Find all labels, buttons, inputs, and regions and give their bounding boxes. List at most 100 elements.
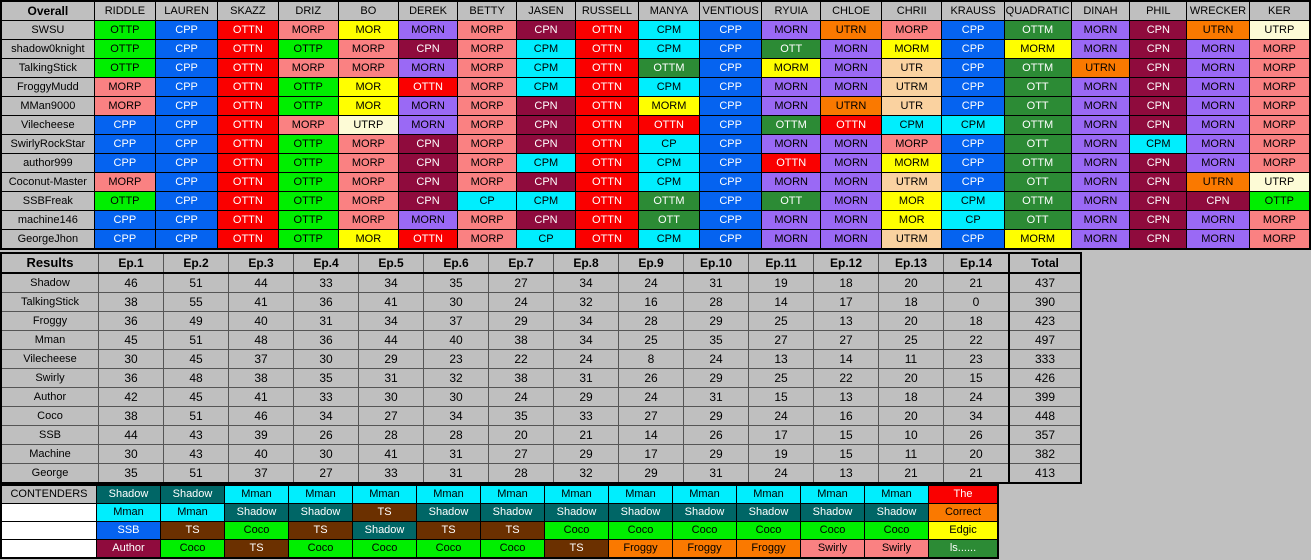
overall-cell: CPP	[941, 58, 1005, 78]
results-score-cell: 24	[488, 387, 554, 407]
results-score-cell: 41	[228, 292, 294, 312]
overall-cell: CPP	[155, 210, 219, 230]
contenders-cell: Mman	[416, 484, 481, 504]
results-row-label: Swirly	[0, 368, 99, 388]
overall-cell: CPN	[397, 172, 459, 192]
overall-row: GeorgeJhon CPP CPP OTTN OTTP MOR OTTN MORP CP OTT…	[0, 229, 1311, 250]
results-column-header-ep-2: Ep.2	[163, 252, 229, 274]
results-score-cell: 17	[618, 444, 684, 464]
results-score-cell: 28	[358, 425, 424, 445]
overall-cell: CPP	[698, 172, 763, 192]
results-score-cell: 30	[423, 387, 489, 407]
overall-cell: UTRN	[1186, 20, 1250, 40]
overall-cell: OTTN	[574, 191, 639, 211]
overall-row: SSBFreak OTTP CPP OTTN OTTP MORP CPN CP CPM OTTN O…	[0, 191, 1311, 211]
results-score-cell: 48	[163, 368, 229, 388]
overall-cell: CPM	[516, 58, 576, 78]
overall-cell: OTTN	[820, 115, 883, 135]
results-score-cell: 19	[748, 272, 814, 293]
results-score-cell: 36	[98, 368, 164, 388]
contenders-cell: Shadow	[160, 484, 225, 504]
results-score-cell: 29	[553, 444, 619, 464]
results-row: Shadow 46 51 44 33 34 35 27 34 24 31 19 18 20 21 437	[0, 272, 1082, 293]
overall-cell: CPM	[516, 39, 576, 59]
results-score-cell: 17	[813, 292, 879, 312]
overall-cell: MORN	[397, 20, 459, 40]
contenders-cell: Mman	[288, 484, 353, 504]
contenders-cell: Froggy	[736, 539, 801, 559]
results-row: Vilecheese 30 45 37 30 29 23 22 24 8 24 13 14 11 23 333	[0, 349, 1082, 369]
overall-cell: OTT	[1003, 172, 1072, 192]
results-score-cell: 31	[683, 272, 749, 293]
results-score-cell: 21	[878, 463, 944, 484]
results-score-cell: 29	[488, 311, 554, 331]
contenders-row: SSB TS Coco TS Shadow TS TS Coco Coco Coco Coco Coc…	[0, 521, 999, 540]
overall-cell: OTTP	[93, 20, 157, 40]
results-score-cell: 30	[98, 444, 164, 464]
overall-cell: CPN	[516, 115, 576, 135]
overall-cell: MORN	[397, 58, 459, 78]
overall-row-label: TalkingStick	[0, 58, 95, 78]
overall-cell: MORN	[1070, 191, 1131, 211]
overall-cell: CPP	[93, 115, 157, 135]
results-score-cell: 35	[488, 406, 554, 426]
contenders-cell: Author	[96, 539, 161, 559]
results-score-cell: 13	[813, 311, 879, 331]
results-score-cell: 28	[423, 425, 489, 445]
contenders-cell: Shadow	[672, 503, 737, 522]
overall-cell: MORN	[761, 96, 822, 116]
overall-cell: MORP	[277, 20, 339, 40]
overall-cell: MORP	[1248, 153, 1311, 173]
overall-cell: CPP	[698, 96, 763, 116]
overall-cell: OTT	[637, 210, 700, 230]
overall-cell: CPP	[698, 191, 763, 211]
overall-row-label: MMan9000	[0, 96, 95, 116]
results-row-label: Machine	[0, 444, 99, 464]
overall-cell: CPP	[155, 229, 219, 250]
overall-cell: MORN	[1070, 172, 1131, 192]
overall-cell: CPN	[1129, 210, 1188, 230]
overall-cell: CPN	[1129, 153, 1188, 173]
contenders-cell: Swirly	[864, 539, 929, 559]
overall-cell: CPP	[698, 153, 763, 173]
results-column-header-ep-6: Ep.6	[423, 252, 489, 274]
overall-cell: OTTN	[217, 134, 279, 154]
overall-cell: CPN	[1129, 191, 1188, 211]
results-total-cell: 399	[1008, 387, 1082, 407]
results-score-cell: 27	[358, 406, 424, 426]
overall-cell: CPN	[516, 172, 576, 192]
overall-column-header-ventious: VENTIOUS	[698, 0, 763, 21]
results-score-cell: 24	[683, 349, 749, 369]
overall-cell: MORN	[820, 58, 883, 78]
results-score-cell: 38	[98, 292, 164, 312]
results-total-cell: 382	[1008, 444, 1082, 464]
results-column-header-total: Total	[1008, 252, 1082, 274]
overall-cell: CPM	[941, 191, 1005, 211]
overall-cell: MORN	[1186, 115, 1250, 135]
results-score-cell: 30	[423, 292, 489, 312]
overall-cell: CPP	[93, 210, 157, 230]
overall-cell: OTTN	[574, 134, 639, 154]
results-row-label: Vilecheese	[0, 349, 99, 369]
results-score-cell: 20	[878, 406, 944, 426]
results-row: TalkingStick 38 55 41 36 41 30 24 32 16 28 14 17 18 0 3…	[0, 292, 1082, 312]
overall-cell: CPN	[397, 39, 459, 59]
overall-cell: CPP	[155, 115, 219, 135]
overall-cell: UTRM	[881, 172, 943, 192]
overall-cell: MORN	[1186, 39, 1250, 59]
overall-cell: CPM	[516, 153, 576, 173]
overall-cell: MORP	[93, 172, 157, 192]
results-score-cell: 11	[878, 349, 944, 369]
contenders-cell: The	[928, 484, 999, 504]
results-score-cell: 51	[163, 463, 229, 484]
overall-row-label: shadow0knight	[0, 39, 95, 59]
results-row: George 35 51 37 27 33 31 28 32 29 31 24 13 21 21 413	[0, 463, 1082, 484]
overall-cell: OTT	[1003, 96, 1072, 116]
overall-cell: CPM	[637, 39, 700, 59]
results-score-cell: 42	[98, 387, 164, 407]
overall-row: author999 CPP CPP OTTN OTTP MORP CPN MORP CPM OTT…	[0, 153, 1311, 173]
results-score-cell: 34	[553, 330, 619, 350]
overall-cell: OTTN	[574, 58, 639, 78]
contenders-cell: Coco	[288, 539, 353, 559]
overall-cell: OTTN	[637, 115, 700, 135]
